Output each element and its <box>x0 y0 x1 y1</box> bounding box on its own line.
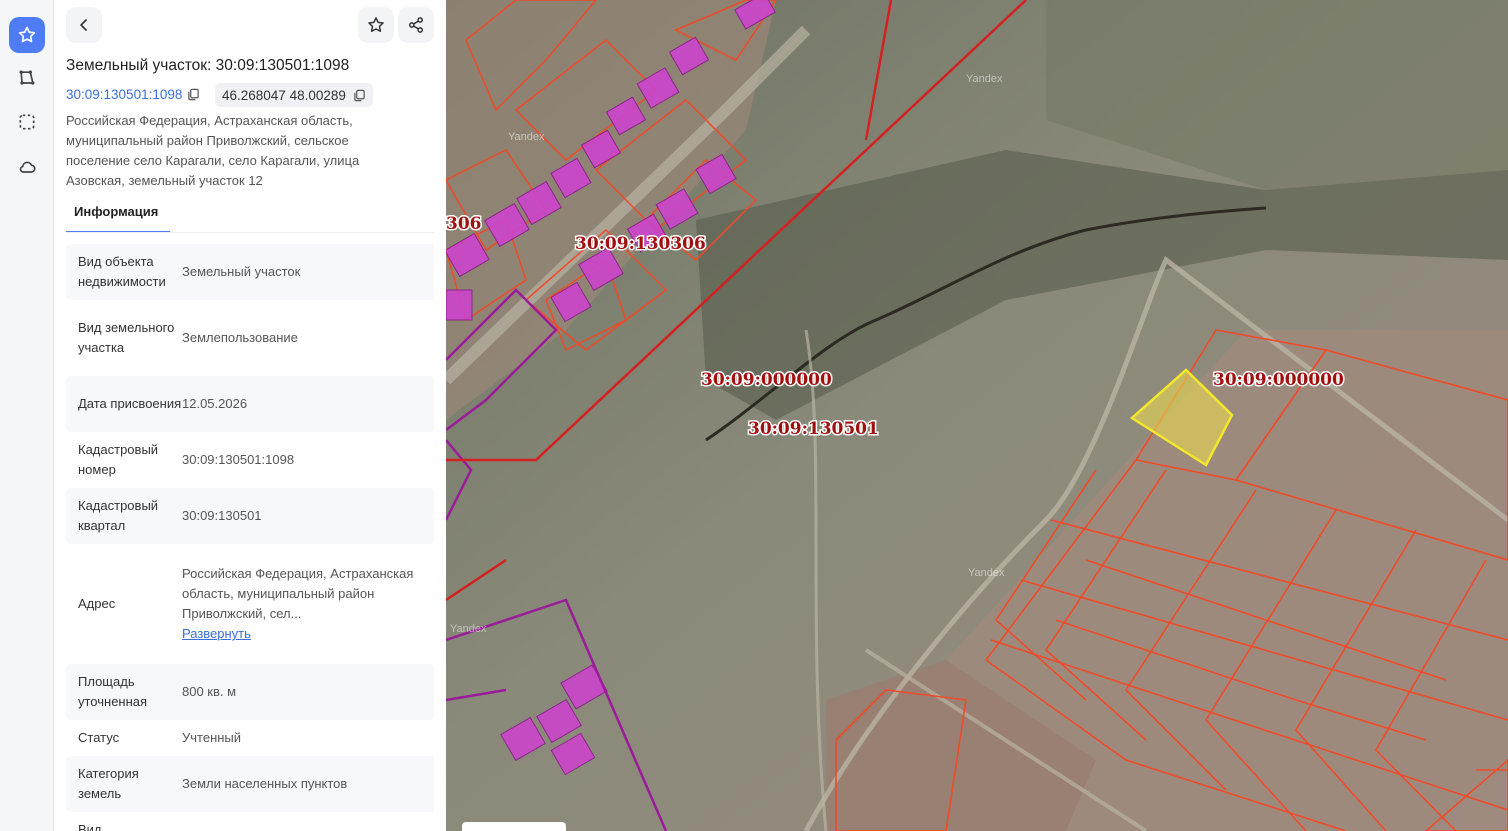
copy-icon[interactable] <box>353 89 366 102</box>
copy-icon[interactable] <box>187 88 200 101</box>
property-value: Землепользование <box>182 330 298 345</box>
coordinates-chip[interactable]: 46.268047 48.00289 <box>215 83 373 107</box>
property-key: Адрес <box>78 596 116 611</box>
tab-divider <box>66 232 434 233</box>
property-value: Земли населенных пунктов <box>182 776 348 791</box>
property-key: Вид <box>78 822 102 831</box>
table-row: Статус Учтенный <box>66 720 434 756</box>
property-value: 30:09:130501 <box>182 508 262 523</box>
cloud-rail-button[interactable] <box>9 149 45 185</box>
map-canvas[interactable]: 306 30:09:130306 30:09:000000 30:09:1305… <box>446 0 1508 831</box>
back-button[interactable] <box>66 7 102 43</box>
property-key: Кадастровый номер <box>78 442 159 477</box>
properties-table: Вид объекта недвижимости Земельный участ… <box>66 244 434 831</box>
table-row: Адрес Российская Федерация, Астраханская… <box>66 544 434 664</box>
map-label-cadastral: 30:09:130501 <box>748 419 879 439</box>
property-value: Российская Федерация, Астраханская облас… <box>182 566 414 621</box>
tab-information[interactable]: Информация <box>66 204 170 233</box>
property-key: Категория земель <box>78 766 139 801</box>
measure-rail-button[interactable] <box>9 60 45 96</box>
map-bottom-control[interactable] <box>462 822 566 831</box>
info-panel: Земельный участок: 30:09:130501:1098 30:… <box>54 0 446 831</box>
star-icon <box>18 26 36 43</box>
chevron-left-icon <box>80 19 87 31</box>
favorites-rail-button[interactable] <box>9 17 45 53</box>
property-key: Вид земельного участка <box>78 320 175 355</box>
table-row: Кадастровый квартал 30:09:130501 <box>66 488 434 544</box>
table-row: Дата присвоения 12.05.2026 <box>66 376 434 432</box>
property-key: Кадастровый квартал <box>78 498 159 533</box>
map-view[interactable]: 306 30:09:130306 30:09:000000 30:09:1305… <box>446 0 1508 831</box>
property-value: Учтенный <box>182 730 242 745</box>
address-text: Российская Федерация, Астраханская облас… <box>66 113 360 188</box>
page-title: Земельный участок: 30:09:130501:1098 <box>66 57 350 74</box>
star-outline-icon <box>368 17 384 32</box>
map-watermark: Yandex <box>450 623 487 635</box>
property-value: Земельный участок <box>182 264 301 279</box>
table-row: Категория земель Земли населенных пункто… <box>66 756 434 812</box>
share-button[interactable] <box>398 7 434 43</box>
property-value: 12.05.2026 <box>182 396 248 411</box>
polygon-icon <box>19 70 35 85</box>
table-row: Вид объекта недвижимости Земельный участ… <box>66 244 434 300</box>
icon-rail <box>0 0 54 831</box>
map-watermark: Yandex <box>968 567 1005 579</box>
table-row: Вид <box>66 812 434 831</box>
table-row: Кадастровый номер 30:09:130501:1098 <box>66 432 434 488</box>
property-value: 30:09:130501:1098 <box>182 452 295 467</box>
select-area-rail-button[interactable] <box>9 104 45 140</box>
property-value-address: Российская Федерация, Астраханская облас… <box>182 564 434 644</box>
map-watermark: Yandex <box>508 131 545 143</box>
property-value: 800 кв. м <box>182 684 237 699</box>
map-label-cadastral: 306 <box>446 214 482 234</box>
map-label-cadastral: 30:09:130306 <box>575 234 706 254</box>
property-key: Дата присвоения <box>78 396 182 411</box>
table-row: Вид земельного участка Землепользование <box>66 300 434 376</box>
favorite-button[interactable] <box>358 7 394 43</box>
table-row: Площадь уточненная 800 кв. м <box>66 664 434 720</box>
coordinates-text: 46.268047 48.00289 <box>222 87 346 103</box>
property-key: Площадь уточненная <box>78 674 148 709</box>
property-key: Статус <box>78 730 120 745</box>
property-key: Вид объекта недвижимости <box>78 254 166 289</box>
map-label-cadastral: 30:09:000000 <box>701 370 832 390</box>
cloud-icon <box>19 161 36 173</box>
dashed-square-icon <box>19 114 35 130</box>
cadastral-number-link[interactable]: 30:09:130501:1098 <box>66 87 200 102</box>
cadastral-number-text: 30:09:130501:1098 <box>66 87 183 102</box>
expand-link[interactable]: Развернуть <box>182 624 424 644</box>
map-label-cadastral: 30:09:000000 <box>1213 370 1344 390</box>
map-watermark: Yandex <box>966 73 1003 85</box>
share-icon <box>409 17 423 33</box>
